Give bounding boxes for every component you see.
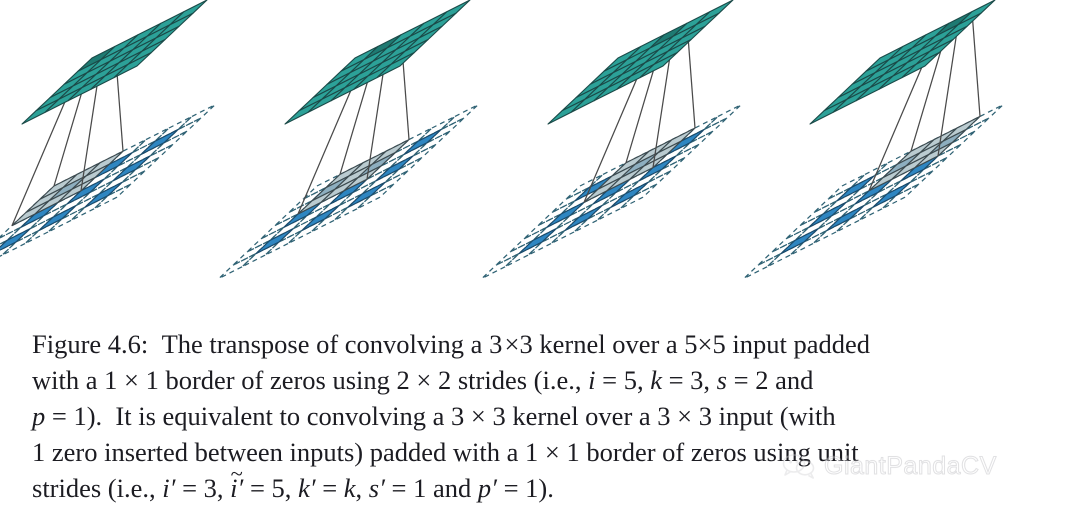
output-cell bbox=[809, 98, 848, 125]
output-cell bbox=[432, 0, 471, 26]
i-tilde-prime: ~ i′ bbox=[230, 461, 244, 503]
caption-line-2: with a 1 × 1 border of zeros using 2 × 2… bbox=[32, 365, 814, 395]
output-cell bbox=[169, 0, 208, 26]
panel-1 bbox=[0, 0, 216, 257]
output-grid bbox=[547, 0, 734, 125]
figure-label: Figure 4.6: bbox=[32, 329, 149, 359]
input-cell-empty bbox=[689, 117, 728, 144]
input-cell-empty bbox=[965, 104, 1004, 131]
output-cell bbox=[957, 0, 996, 26]
input-grid bbox=[218, 104, 479, 280]
input-cell-empty bbox=[163, 117, 202, 144]
output-grid bbox=[284, 0, 471, 125]
output-grid bbox=[809, 0, 996, 125]
output-cell bbox=[284, 98, 323, 125]
input-cell-empty bbox=[426, 117, 465, 144]
input-grid bbox=[743, 104, 1004, 280]
connector-line bbox=[971, 11, 981, 117]
input-cell-empty bbox=[743, 252, 782, 280]
caption-line-4: 1 zero inserted between inputs) padded w… bbox=[32, 437, 859, 467]
input-grid bbox=[481, 104, 742, 280]
output-grid bbox=[21, 0, 208, 125]
figure-caption: Figure 4.6: The transpose of convolving … bbox=[0, 318, 1080, 515]
output-cell bbox=[547, 98, 586, 125]
input-cell-empty bbox=[757, 239, 796, 266]
input-cell-empty bbox=[440, 104, 479, 131]
caption-line-5: strides (i.e., i′ = 3, ~ i′ = 5, k′ = k, … bbox=[32, 461, 1050, 506]
figure-illustration bbox=[0, 0, 1080, 318]
input-cell-empty bbox=[177, 104, 216, 131]
panel-4 bbox=[743, 0, 1004, 280]
transposed-convolution-diagram bbox=[0, 0, 1004, 280]
input-cell-empty bbox=[218, 252, 257, 280]
input-cell-empty bbox=[232, 239, 271, 266]
caption-line-1: Figure 4.6: The transpose of convolving … bbox=[32, 329, 870, 359]
panel-2 bbox=[218, 0, 479, 280]
panel-3 bbox=[481, 0, 742, 280]
input-cell-empty bbox=[703, 104, 742, 131]
caption-line-3: p = 1). It is equivalent to convolving a… bbox=[32, 401, 836, 431]
input-cell-empty bbox=[495, 239, 534, 266]
output-cell bbox=[695, 0, 734, 26]
input-cell-empty bbox=[481, 252, 520, 280]
input-grid bbox=[0, 104, 216, 257]
output-cell bbox=[21, 98, 60, 125]
